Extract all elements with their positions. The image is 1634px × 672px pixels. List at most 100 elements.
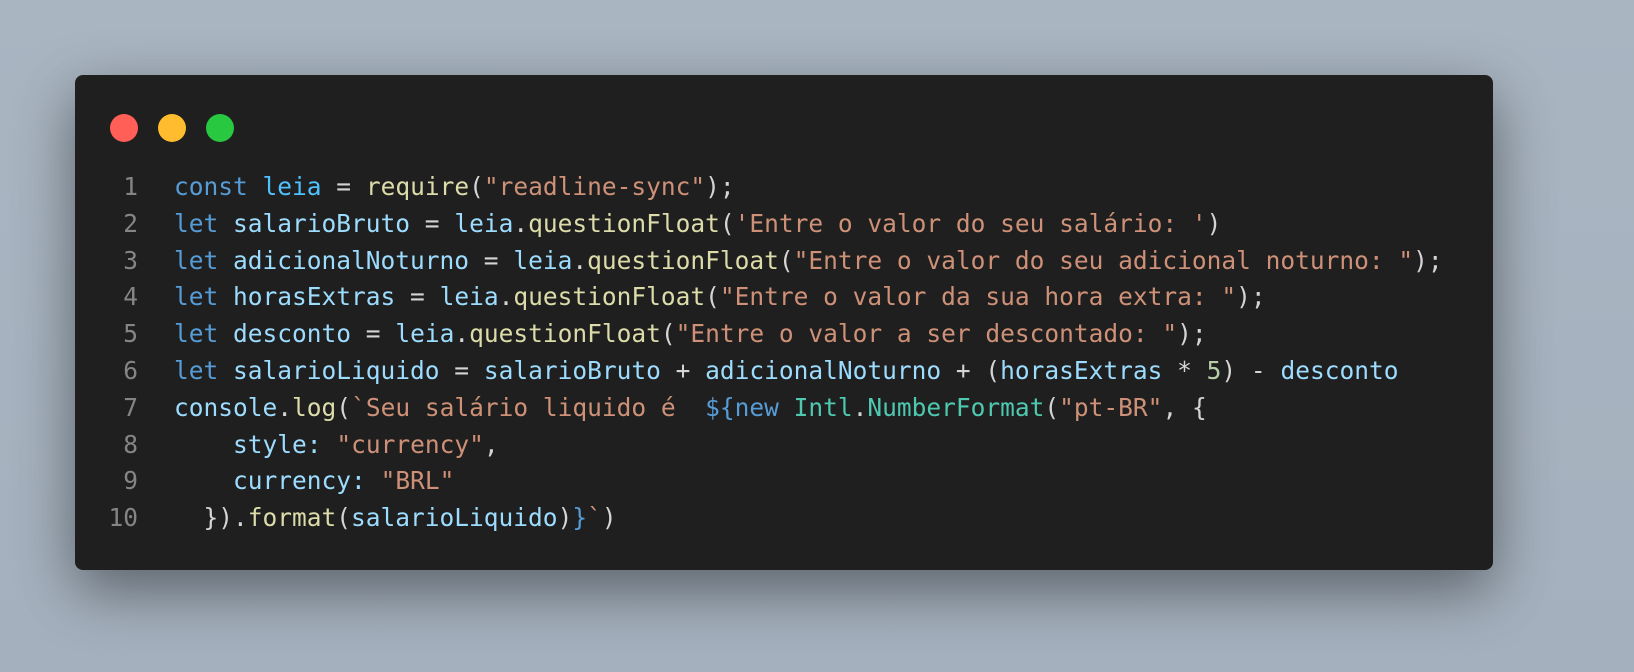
token-var: adicionalNoturno [233, 245, 470, 275]
token-var: desconto [233, 319, 352, 349]
code-line: 5 let desconto = leia.questionFloat("Entr… [75, 316, 1443, 353]
code-text: style: "currency", [174, 427, 499, 464]
line-number: 2 [123, 208, 138, 238]
token-punct [218, 319, 233, 348]
line-number: 5 [123, 319, 138, 349]
code-text: let adicionalNoturno = leia.questionFloa… [174, 243, 1443, 280]
token-var: style [233, 429, 307, 459]
token-punct [218, 282, 233, 311]
code-window: 1 const leia = require("readline-sync"); 2… [75, 75, 1493, 570]
token-func: questionFloat [587, 245, 779, 275]
token-punct: ( [469, 172, 484, 201]
token-func: questionFloat [469, 319, 661, 349]
token-var: salarioLiquido [351, 503, 558, 533]
maximize-window-icon[interactable] [206, 114, 234, 142]
token-punct: , { [1162, 392, 1207, 422]
code-text: let salarioLiquido = salarioBruto + adic… [174, 353, 1398, 390]
token-func: log [292, 392, 337, 422]
token-var: adicionalNoturno [705, 355, 942, 385]
token-punct [218, 246, 233, 275]
token-punct: }). [174, 503, 248, 533]
token-punct [174, 466, 233, 495]
token-punct: . [572, 245, 588, 275]
token-var: salarioLiquido [233, 355, 440, 385]
token-string: "currency" [336, 429, 484, 459]
line-number: 3 [123, 245, 138, 275]
token-string: "pt-BR" [1059, 392, 1163, 422]
token-keyword: const [174, 172, 248, 201]
line-number: 10 [108, 503, 138, 533]
token-punct: . [454, 319, 470, 349]
token-keyword: let [174, 245, 219, 275]
token-punct: ); [1236, 282, 1266, 312]
token-punct: ) [601, 503, 617, 533]
token-string: `Seu salário liquido é [351, 392, 706, 422]
token-punct: + [660, 355, 706, 385]
code-line: 3 let adicionalNoturno = leia.questionFlo… [75, 243, 1443, 280]
token-var: : [306, 429, 322, 459]
token-keyword: let [174, 319, 219, 349]
token-punct: ( [336, 503, 352, 533]
token-string: "readline-sync" [483, 172, 706, 201]
code-text: currency: "BRL" [174, 463, 454, 500]
token-punct: ( [336, 392, 352, 422]
token-punct: = [410, 208, 455, 238]
token-punct: . [513, 208, 529, 238]
line-number: 1 [123, 172, 138, 201]
token-keyword: let [174, 355, 219, 385]
token-keyword: let [174, 208, 219, 238]
token-punct: ) [1206, 208, 1222, 238]
token-punct: ) - [1221, 355, 1281, 385]
line-number: 6 [123, 355, 138, 385]
close-window-icon[interactable] [110, 114, 138, 142]
token-class: NumberFormat [867, 392, 1045, 422]
token-punct: = [439, 355, 484, 385]
line-number: 9 [123, 466, 138, 496]
token-var: salarioBruto [483, 355, 661, 385]
token-punct: = [351, 319, 396, 349]
code-line: 2 let salarioBruto = leia.questionFloat('… [75, 206, 1443, 243]
token-var: : [351, 466, 366, 496]
token-class: Intl [793, 392, 853, 422]
line-number: 4 [123, 282, 138, 312]
token-string: "Entre o valor da sua hora extra: " [719, 282, 1237, 312]
token-punct: + ( [941, 355, 1001, 385]
token-punct: ( [719, 208, 735, 238]
code-line: 9 currency: "BRL" [75, 463, 1443, 500]
token-punct: = [395, 282, 440, 312]
token-punct [366, 466, 381, 495]
code-line: 8 style: "currency", [75, 427, 1443, 464]
token-punct: ); [1413, 245, 1443, 275]
token-punct [218, 356, 233, 385]
token-punct: ) [557, 503, 573, 533]
token-punct: , [483, 429, 499, 459]
token-keyword: let [174, 282, 219, 312]
token-keyword: } [572, 503, 588, 533]
token-var: leia [454, 208, 514, 238]
token-punct [174, 430, 233, 459]
code-text: let horasExtras = leia.questionFloat("En… [174, 279, 1266, 316]
code-line: 1 const leia = require("readline-sync"); [75, 169, 1443, 206]
line-number: 8 [123, 429, 138, 459]
token-var: leia [439, 282, 499, 312]
token-punct: ( [660, 319, 676, 349]
token-var: desconto [1280, 355, 1399, 385]
code-line: 6 let salarioLiquido = salarioBruto + adi… [75, 353, 1443, 390]
token-func: require [365, 172, 470, 201]
token-punct: ( [778, 245, 794, 275]
token-const: leia [262, 172, 322, 201]
token-punct: * [1162, 355, 1207, 385]
code-line: 4 let horasExtras = leia.questionFloat("E… [75, 279, 1443, 316]
token-string: "Entre o valor do seu adicional noturno:… [793, 245, 1414, 275]
code-text: }).format(salarioLiquido)}`) [174, 500, 617, 537]
token-punct: . [277, 392, 293, 422]
token-punct: ); [1177, 319, 1207, 349]
token-punct [322, 430, 337, 459]
token-var: leia [513, 245, 573, 275]
code-text: const leia = require("readline-sync"); [174, 169, 735, 206]
token-func: questionFloat [513, 282, 706, 312]
code-line: 10 }).format(salarioLiquido)}`) [75, 500, 1443, 537]
token-func: format [247, 503, 337, 533]
token-var: horasExtras [1000, 355, 1163, 385]
minimize-window-icon[interactable] [158, 114, 186, 142]
